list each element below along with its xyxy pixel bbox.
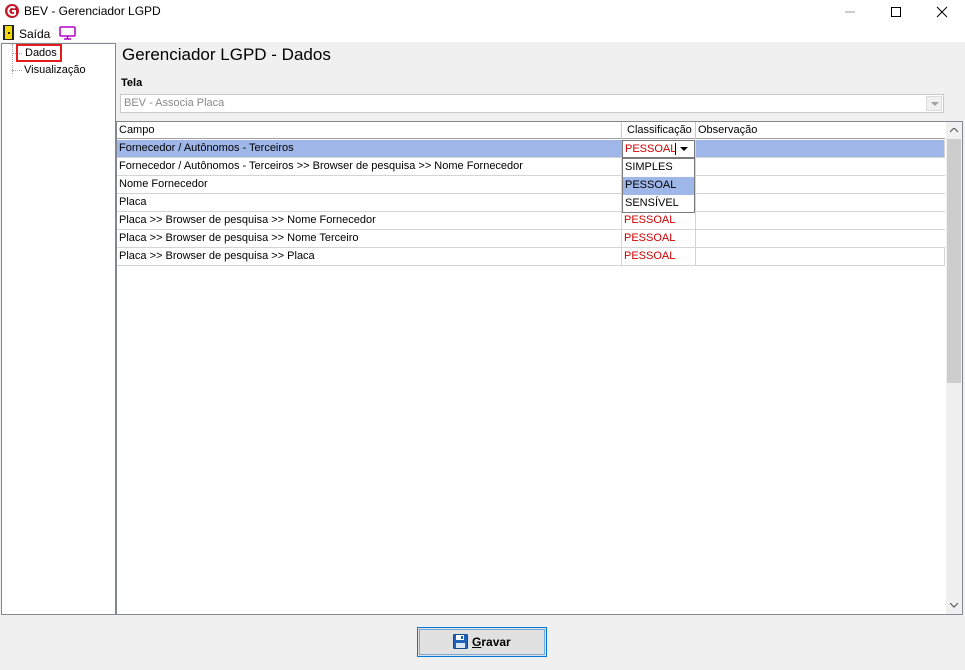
table-row[interactable]: Nome Fornecedor bbox=[117, 176, 945, 194]
tree-item-label: Dados bbox=[25, 47, 57, 59]
column-divider[interactable] bbox=[621, 122, 622, 139]
tree-item-visualizacao[interactable]: Visualização bbox=[24, 64, 86, 76]
exit-door-icon bbox=[3, 25, 14, 40]
cell-campo: Placa >> Browser de pesquisa >> Nome Ter… bbox=[119, 232, 359, 244]
dropdown-option-simples[interactable]: SIMPLES bbox=[623, 159, 694, 177]
minimize-icon bbox=[845, 11, 855, 13]
column-divider bbox=[695, 194, 696, 212]
column-divider bbox=[695, 176, 696, 194]
tela-select[interactable]: BEV - Associa Placa bbox=[120, 94, 944, 113]
tree-connector bbox=[12, 70, 22, 71]
table-row[interactable]: Fornecedor / Autônomos - Terceiros >> Br… bbox=[117, 158, 945, 176]
grid-header: Campo Classificação Observação bbox=[117, 122, 945, 139]
minimize-button[interactable] bbox=[827, 0, 873, 24]
page-title: Gerenciador LGPD - Dados bbox=[122, 45, 331, 64]
tree-item-label: Visualização bbox=[24, 64, 86, 76]
menu-bar: Saída bbox=[0, 24, 965, 42]
cell-campo: Placa >> Browser de pesquisa >> Nome For… bbox=[119, 214, 376, 226]
monitor-icon[interactable] bbox=[59, 26, 76, 40]
cell-campo: Placa bbox=[119, 196, 147, 208]
save-button-label: Gravar bbox=[472, 635, 511, 649]
save-button-mnemonic: G bbox=[472, 635, 482, 649]
table-row[interactable]: Placa >> Browser de pesquisa >> Nome For… bbox=[117, 212, 945, 230]
column-divider[interactable] bbox=[695, 122, 696, 139]
app-logo-icon bbox=[5, 4, 19, 18]
save-button-label-rest: ravar bbox=[481, 635, 511, 649]
column-divider bbox=[621, 212, 622, 230]
cell-classificacao[interactable]: PESSOAL bbox=[624, 250, 694, 262]
fields-grid: Campo Classificação Observação Fornecedo… bbox=[116, 121, 963, 615]
vertical-scrollbar[interactable] bbox=[946, 122, 962, 614]
dropdown-option-label: PESSOAL bbox=[625, 179, 677, 191]
column-header-classificacao[interactable]: Classificação bbox=[627, 124, 692, 136]
chevron-down-icon bbox=[931, 102, 939, 106]
chevron-down-icon[interactable] bbox=[680, 147, 688, 152]
column-divider bbox=[695, 230, 696, 248]
maximize-button[interactable] bbox=[873, 0, 919, 24]
column-divider bbox=[944, 140, 945, 158]
classification-combo-value: PESSOAL bbox=[625, 143, 677, 155]
scroll-up-button[interactable] bbox=[946, 122, 962, 139]
cell-campo: Fornecedor / Autônomos - Terceiros bbox=[119, 142, 294, 154]
cell-classificacao[interactable]: PESSOAL bbox=[624, 214, 694, 226]
close-button[interactable] bbox=[919, 0, 965, 24]
text-caret bbox=[675, 143, 676, 155]
column-divider bbox=[621, 248, 622, 266]
cell-classificacao[interactable]: PESSOAL bbox=[624, 232, 694, 244]
cell-campo: Fornecedor / Autônomos - Terceiros >> Br… bbox=[119, 160, 523, 172]
dropdown-option-sensivel[interactable]: SENSÍVEL bbox=[623, 195, 694, 213]
column-divider bbox=[621, 230, 622, 248]
dropdown-option-pessoal[interactable]: PESSOAL bbox=[623, 177, 694, 195]
save-button[interactable]: Gravar bbox=[417, 627, 547, 657]
column-header-observacao[interactable]: Observação bbox=[698, 124, 757, 136]
navigation-tree: Dados Visualização bbox=[1, 43, 116, 615]
tela-select-dropdown-button[interactable] bbox=[926, 96, 942, 111]
classification-dropdown: SIMPLES PESSOAL SENSÍVEL bbox=[622, 158, 695, 213]
classification-combo[interactable]: PESSOAL bbox=[622, 140, 695, 158]
maximize-icon bbox=[891, 7, 901, 17]
chevron-down-icon bbox=[950, 603, 958, 608]
dropdown-option-label: SIMPLES bbox=[625, 161, 673, 173]
tela-label: Tela bbox=[121, 77, 143, 89]
tela-select-value: BEV - Associa Placa bbox=[124, 97, 225, 109]
dropdown-option-label: SENSÍVEL bbox=[625, 197, 679, 209]
close-icon bbox=[936, 6, 948, 18]
tree-item-dados[interactable]: Dados bbox=[16, 44, 62, 62]
scroll-thumb[interactable] bbox=[947, 139, 961, 383]
column-divider bbox=[944, 248, 945, 266]
table-row[interactable]: Fornecedor / Autônomos - Terceiros bbox=[117, 140, 945, 158]
floppy-disk-icon bbox=[453, 634, 468, 649]
cell-campo: Nome Fornecedor bbox=[119, 178, 208, 190]
chevron-up-icon bbox=[950, 128, 958, 133]
column-header-campo[interactable]: Campo bbox=[119, 124, 154, 136]
cell-campo: Placa >> Browser de pesquisa >> Placa bbox=[119, 250, 315, 262]
table-row[interactable]: Placa >> Browser de pesquisa >> Placa PE… bbox=[117, 248, 945, 266]
exit-label: Saída bbox=[19, 27, 51, 41]
column-divider bbox=[695, 140, 696, 158]
scroll-down-button[interactable] bbox=[946, 597, 962, 614]
table-row[interactable]: Placa bbox=[117, 194, 945, 212]
column-divider bbox=[695, 158, 696, 176]
title-bar: BEV - Gerenciador LGPD bbox=[0, 0, 965, 24]
column-divider bbox=[695, 248, 696, 266]
table-row[interactable]: Placa >> Browser de pesquisa >> Nome Ter… bbox=[117, 230, 945, 248]
window-title: BEV - Gerenciador LGPD bbox=[24, 4, 161, 18]
column-divider bbox=[695, 212, 696, 230]
